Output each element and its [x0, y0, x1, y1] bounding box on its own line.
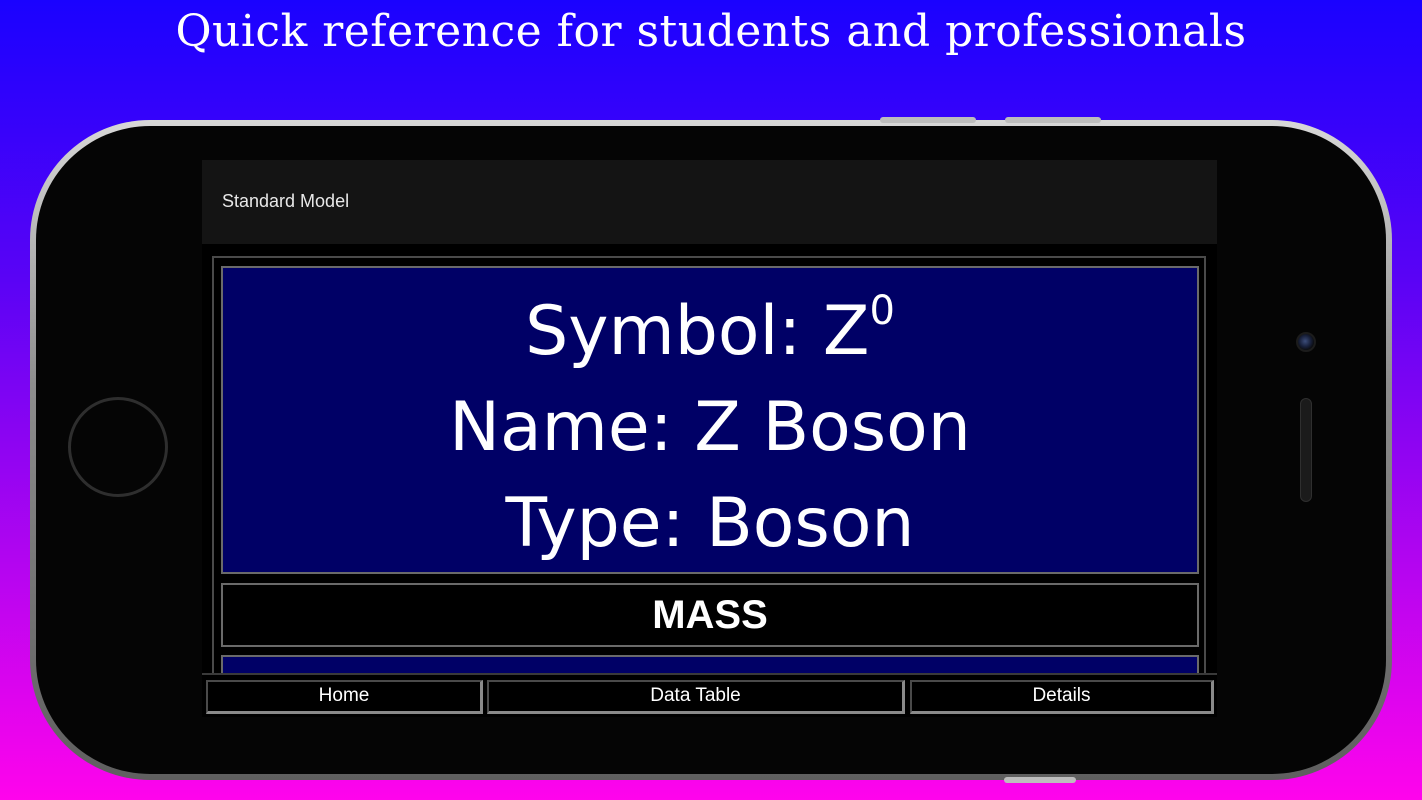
name-line: Name: Z Boson [449, 388, 971, 467]
nav-details-button[interactable]: Details [910, 680, 1214, 714]
nav-home-button[interactable]: Home [206, 680, 483, 714]
home-button-icon [68, 397, 168, 497]
symbol-superscript: 0 [869, 288, 895, 334]
volume-up-button [880, 117, 976, 123]
camera-icon [1296, 332, 1316, 352]
volume-down-button [1005, 117, 1101, 123]
promo-headline: Quick reference for students and profess… [175, 6, 1247, 57]
power-button [1004, 777, 1076, 783]
bottom-navigation: Home Data Table Details [202, 673, 1217, 717]
type-line: Type: Boson [505, 484, 915, 563]
app-screen: Standard Model Symbol: Z0 Name: Z Boson … [202, 160, 1217, 717]
nav-data-table-button[interactable]: Data Table [487, 680, 905, 714]
symbol-line: Symbol: Z0 [223, 284, 1197, 380]
mass-section-header: MASS [221, 583, 1199, 647]
speaker-grille [1300, 398, 1312, 502]
app-title: Standard Model [222, 191, 350, 211]
symbol-label: Symbol: Z [525, 292, 870, 371]
app-bar: Standard Model [202, 160, 1217, 244]
particle-info-card: Symbol: Z0 Name: Z Boson Type: Boson [221, 266, 1199, 574]
